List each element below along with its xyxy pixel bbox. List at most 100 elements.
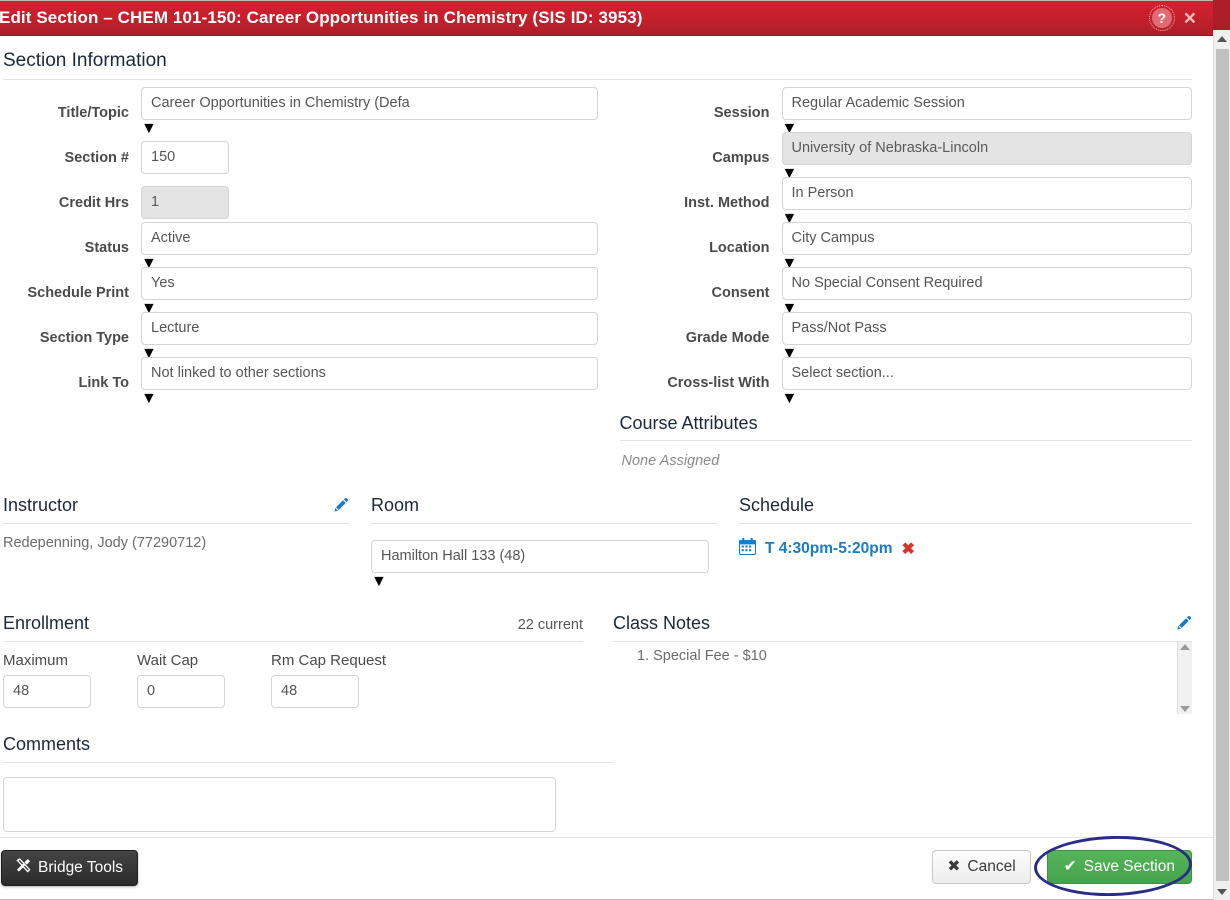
label-section-number: Section # <box>64 149 129 166</box>
field-maximum: Maximum 48 <box>3 652 91 708</box>
grade-mode-select[interactable]: Pass/Not Pass <box>781 312 1192 345</box>
remove-schedule-icon[interactable]: ✖ <box>901 539 914 559</box>
enrollment-current-count: 22 current <box>517 617 583 633</box>
label-link-to: Link To <box>78 374 129 391</box>
inst-method-select[interactable]: In Person <box>781 177 1192 210</box>
class-notes-heading-row: Class Notes <box>613 613 1192 642</box>
rm-cap-request-input[interactable]: 48 <box>271 675 359 708</box>
location-select[interactable]: City Campus <box>781 222 1192 255</box>
modal-footer: Bridge Tools ✖ Cancel ✔ Save Section <box>0 833 1214 899</box>
class-notes-panel: Class Notes 1. Special Fee - $10 <box>613 613 1192 714</box>
label-location: Location <box>709 239 770 256</box>
enrollment-heading-row: Enrollment 22 current <box>3 613 583 642</box>
scroll-down-arrow-icon[interactable] <box>1214 883 1230 900</box>
field-credit-hrs: Credit Hrs 1 <box>3 186 598 219</box>
scrollbar-header-mask <box>1213 0 1230 30</box>
label-session: Session <box>713 104 770 121</box>
bridge-tools-button[interactable]: Bridge Tools <box>1 850 139 886</box>
title-bar-actions: ? × <box>1148 5 1204 31</box>
label-schedule-print: Schedule Print <box>27 284 129 301</box>
class-notes-list: 1. Special Fee - $10 <box>613 642 1192 714</box>
enrollment-notes-row: Enrollment 22 current Maximum 48 Wait Ca… <box>3 613 1192 714</box>
schedule-print-select[interactable]: Yes <box>141 267 598 300</box>
save-section-label: Save Section <box>1083 858 1175 875</box>
comments-panel: Comments <box>3 734 613 837</box>
label-grade-mode: Grade Mode <box>685 329 770 346</box>
scroll-up-icon[interactable] <box>1180 644 1190 650</box>
field-wait-cap: Wait Cap 0 <box>137 652 225 708</box>
course-attributes-heading: Course Attributes <box>619 413 1192 441</box>
label-inst-method: Inst. Method <box>684 194 770 211</box>
bridge-tools-label: Bridge Tools <box>38 859 124 876</box>
pencil-icon[interactable] <box>1175 615 1192 632</box>
check-icon: ✔ <box>1063 858 1077 875</box>
tools-icon <box>16 858 31 878</box>
maximum-input[interactable]: 48 <box>3 675 91 708</box>
label-section-type: Section Type <box>39 329 129 346</box>
status-select[interactable]: Active <box>141 222 598 255</box>
room-select-wrap: Hamilton Hall 133 (48) ▼ <box>371 540 709 591</box>
chevron-down-icon: ▼ <box>141 120 157 137</box>
field-consent: Consent No Special Consent Required ▼ <box>620 267 1192 317</box>
field-grade-mode: Grade Mode Pass/Not Pass ▼ <box>620 312 1192 362</box>
field-location: Location City Campus ▼ <box>620 222 1192 272</box>
schedule-heading-row: Schedule <box>739 495 1192 524</box>
calendar-icon <box>739 538 756 560</box>
wait-cap-input[interactable]: 0 <box>137 675 225 708</box>
edit-section-modal: Edit Section – CHEM 101-150: Career Oppo… <box>0 0 1215 900</box>
schedule-heading: Schedule <box>739 495 815 515</box>
schedule-item: T 4:30pm-5:20pm ✖ <box>739 524 1192 560</box>
scroll-up-arrow-icon[interactable] <box>1214 30 1230 47</box>
cancel-button[interactable]: ✖ Cancel <box>932 850 1031 884</box>
section-information-heading: Section Information <box>3 50 1192 80</box>
section-information-form: Title/Topic Career Opportunities in Chem… <box>3 87 1192 469</box>
field-title-topic: Title/Topic Career Opportunities in Chem… <box>3 87 598 137</box>
section-number-input[interactable]: 150 <box>141 141 229 174</box>
title-topic-select[interactable]: Career Opportunities in Chemistry (Defa <box>141 87 598 120</box>
section-type-select[interactable]: Lecture <box>141 312 598 345</box>
field-cross-list-with: Cross-list With Select section... ▼ <box>620 357 1192 407</box>
screenshot-root: Edit Section – CHEM 101-150: Career Oppo… <box>0 0 1230 900</box>
comments-heading: Comments <box>3 734 613 763</box>
save-section-button[interactable]: ✔ Save Section <box>1046 850 1192 884</box>
question-circle-icon[interactable]: ? <box>1148 5 1175 31</box>
close-x-icon: ✖ <box>947 858 961 875</box>
room-select[interactable]: Hamilton Hall 133 (48) <box>371 540 709 573</box>
scrollbar-thumb[interactable] <box>1215 49 1229 881</box>
schedule-meeting-link[interactable]: T 4:30pm-5:20pm <box>765 540 892 558</box>
page-scrollbar[interactable] <box>1213 30 1230 900</box>
field-section-number: Section # 150 <box>3 141 598 174</box>
chevron-down-icon: ▼ <box>141 390 157 407</box>
label-maximum: Maximum <box>3 652 69 669</box>
chevron-down-icon: ▼ <box>371 573 387 590</box>
schedule-panel: Schedule T 4:30pm-5:20pm ✖ <box>739 495 1192 591</box>
field-schedule-print: Schedule Print Yes ▼ <box>3 267 598 317</box>
instructor-heading: Instructor <box>3 495 79 515</box>
page-title: Edit Section – CHEM 101-150: Career Oppo… <box>0 8 643 27</box>
close-icon[interactable]: × <box>1184 8 1196 29</box>
link-to-select[interactable]: Not linked to other sections <box>141 357 598 390</box>
consent-select[interactable]: No Special Consent Required <box>781 267 1192 300</box>
modal-title-bar: Edit Section – CHEM 101-150: Career Oppo… <box>0 1 1214 36</box>
cross-list-select[interactable]: Select section... <box>781 357 1192 390</box>
session-select[interactable]: Regular Academic Session <box>781 87 1192 120</box>
enrollment-fields: Maximum 48 Wait Cap 0 Rm Cap Request 48 <box>3 642 583 708</box>
room-heading: Room <box>371 495 420 515</box>
scroll-down-icon[interactable] <box>1180 706 1190 712</box>
class-notes-scrollbar[interactable] <box>1177 642 1192 714</box>
enrollment-heading: Enrollment <box>3 613 90 633</box>
list-item: 1. Special Fee - $10 <box>637 648 767 664</box>
field-campus: Campus University of Nebraska-Lincoln ▼ <box>620 132 1192 182</box>
class-notes-heading: Class Notes <box>613 613 711 633</box>
course-attributes-value: None Assigned <box>621 453 720 469</box>
pencil-icon[interactable] <box>332 497 349 514</box>
instructor-heading-row: Instructor <box>3 495 349 524</box>
panels-row: Instructor Redepenning, Jody (77290712) … <box>3 495 1192 591</box>
label-title-topic: Title/Topic <box>57 104 129 121</box>
label-wait-cap: Wait Cap <box>137 652 199 669</box>
field-section-type: Section Type Lecture ▼ <box>3 312 598 362</box>
modal-body: Section Information Title/Topic Career O… <box>0 36 1214 837</box>
room-heading-row: Room <box>371 495 717 524</box>
comments-textarea[interactable] <box>3 777 556 832</box>
form-column-right: Session Regular Academic Session ▼ Campu… <box>598 87 1192 469</box>
